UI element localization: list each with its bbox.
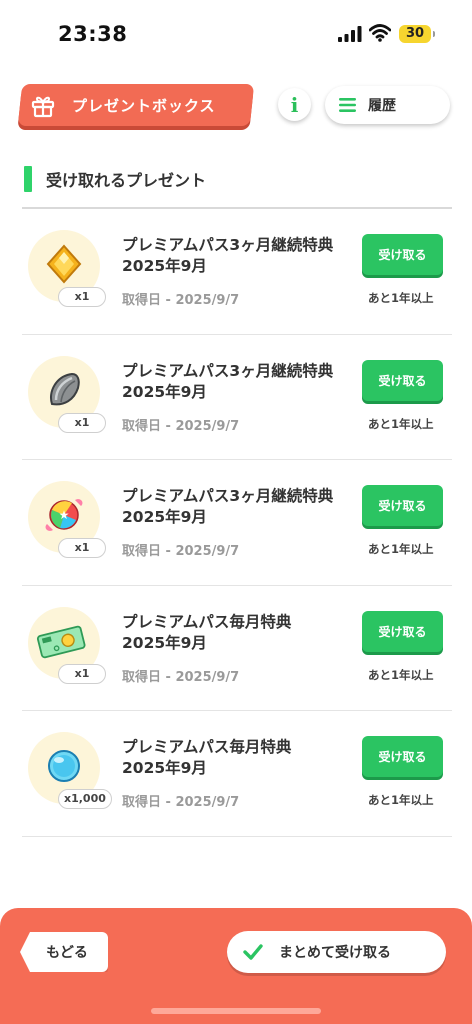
quantity-badge: x1 (58, 663, 106, 684)
info-button[interactable]: i (278, 88, 311, 121)
quantity-badge: x1,000 (58, 789, 112, 810)
present-title: プレミアムパス毎月特典 2025年9月 (122, 612, 292, 652)
star-candy-icon: ★ (45, 499, 83, 532)
section-accent-bar (24, 166, 32, 192)
page-title-text: プレゼントボックス (72, 96, 216, 115)
expiry-text: あと1年以上 (368, 416, 434, 431)
present-title: プレミアムパス3ヶ月継続特典 2025年9月 (122, 236, 334, 275)
expiry-text: あと1年以上 (368, 542, 434, 557)
status-time: 23:38 (58, 22, 128, 46)
present-date: 取得日 - 2025/9/7 (122, 795, 240, 811)
present-date: 取得日 - 2025/9/7 (122, 418, 240, 434)
receive-button[interactable]: 受け取る (362, 485, 443, 527)
expiry-text: あと1年以上 (368, 793, 434, 808)
receive-all-label: まとめて受け取る (279, 945, 391, 961)
present-title: プレミアムパス毎月特典 2025年9月 (122, 738, 292, 778)
gift-icon (31, 96, 55, 118)
present-date: 取得日 - 2025/9/7 (122, 293, 240, 308)
ticket-icon (36, 625, 86, 659)
info-icon: i (290, 92, 299, 117)
section-header: 受け取れるプレゼント (24, 166, 206, 192)
quantity-badge: x1 (58, 287, 106, 307)
history-button[interactable]: 履歴 (325, 86, 450, 124)
quantity-badge: x1 (58, 412, 106, 433)
blue-orb-icon (48, 750, 80, 783)
menu-icon (339, 98, 356, 112)
section-title: 受け取れるプレゼント (46, 171, 207, 190)
back-label: もどる (46, 945, 88, 961)
gold-gem-icon (46, 244, 82, 284)
status-bar: 23:38 30 (0, 0, 472, 70)
svg-text:★: ★ (59, 508, 70, 522)
present-title: プレミアムパス3ヶ月継続特典 2025年9月 (122, 487, 334, 527)
present-row: ★ x1 プレミアムパス3ヶ月継続特典 2025年9月 取得日 - 2025/9… (22, 460, 452, 586)
history-label: 履歴 (368, 98, 396, 114)
present-row: x1 プレミアムパス3ヶ月継続特典 2025年9月 取得日 - 2025/9/7… (22, 335, 452, 461)
present-row: x1 プレミアムパス3ヶ月継続特典 2025年9月 取得日 - 2025/9/7… (22, 209, 452, 335)
receive-button[interactable]: 受け取る (362, 359, 443, 401)
expiry-text: あと1年以上 (368, 667, 434, 682)
battery-icon: 30 (399, 25, 435, 43)
quantity-badge: x1 (58, 538, 106, 559)
signal-icon (338, 26, 362, 42)
wifi-icon (369, 24, 391, 42)
receive-button[interactable]: 受け取る (362, 736, 443, 778)
page-title: プレゼントボックス (30, 84, 216, 126)
receive-button[interactable]: 受け取る (362, 234, 443, 275)
present-list: x1 プレミアムパス3ヶ月継続特典 2025年9月 取得日 - 2025/9/7… (22, 209, 452, 837)
present-date: 取得日 - 2025/9/7 (122, 544, 240, 560)
check-icon (243, 944, 263, 960)
present-title: プレミアムパス3ヶ月継続特典 2025年9月 (122, 361, 334, 401)
receive-button[interactable]: 受け取る (362, 610, 443, 652)
receive-all-button[interactable]: まとめて受け取る (227, 931, 446, 973)
present-row: x1 プレミアムパス毎月特典 2025年9月 取得日 - 2025/9/7 受け… (22, 586, 452, 712)
expiry-text: あと1年以上 (368, 291, 434, 305)
sunflower-seed-icon (50, 372, 80, 405)
present-row: x1,000 プレミアムパス毎月特典 2025年9月 取得日 - 2025/9/… (22, 711, 452, 837)
back-button[interactable]: もどる (20, 932, 108, 972)
home-indicator (151, 1008, 321, 1014)
present-date: 取得日 - 2025/9/7 (122, 669, 240, 685)
